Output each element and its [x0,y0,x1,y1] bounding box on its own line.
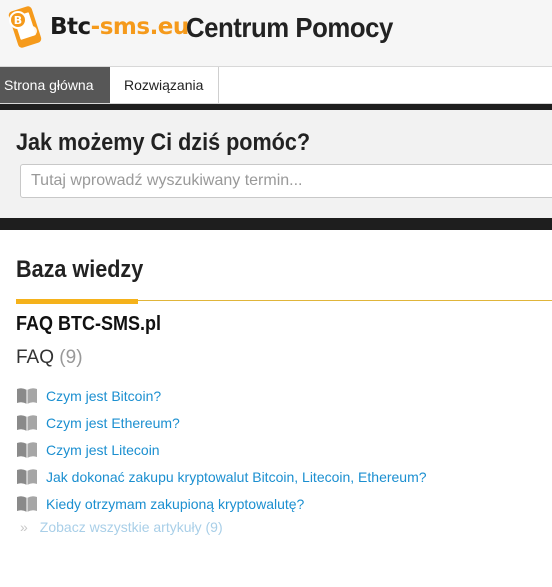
folder-name: FAQ [16,347,55,368]
list-item: Czym jest Litecoin [16,436,427,463]
book-icon [17,495,37,512]
site-header: B Btc-sms.eu Centrum Pomocy [0,0,552,67]
article-link[interactable]: Jak dokonać zakupu kryptowalut Bitcoin, … [46,469,427,485]
book-icon [17,468,37,485]
list-item: Czym jest Bitcoin? [16,382,427,409]
section-accent-bar [16,299,138,304]
list-item: Czym jest Ethereum? [16,409,427,436]
folder-count: (9) [59,347,83,368]
book-icon [17,387,37,404]
help-center-title: Centrum Pomocy [186,12,393,43]
knowledge-base-title: Baza wiedzy [16,256,144,283]
see-all-label: Zobacz wszystkie artykuły (9) [39,519,223,535]
logo-text: Btc-sms.eu [50,14,189,40]
article-link[interactable]: Czym jest Bitcoin? [46,388,161,404]
svg-text:B: B [14,14,22,27]
bitcoin-phone-icon: B [8,6,42,48]
book-icon [17,441,37,458]
tab-solutions[interactable]: Rozwiązania [110,67,219,103]
see-all-articles-link[interactable]: » Zobacz wszystkie artykuły (9) [20,519,223,535]
search-section: Jak możemy Ci dziś pomóc? [0,110,552,218]
book-icon [17,414,37,431]
main-nav: Strona główna Rozwiązania [0,67,552,104]
article-list: Czym jest Bitcoin? Czym jest Ethereum? C… [16,382,427,517]
article-link[interactable]: Czym jest Ethereum? [46,415,180,431]
divider-bar-bottom [0,218,552,230]
double-chevron-icon: » [20,519,28,535]
article-link[interactable]: Kiedy otrzymam zakupioną kryptowalutę? [46,496,304,512]
search-heading: Jak możemy Ci dziś pomóc? [16,129,311,156]
search-input[interactable] [20,164,552,198]
category-title[interactable]: FAQ BTC-SMS.pl [16,313,161,336]
folder-heading[interactable]: FAQ (9) [16,347,83,369]
list-item: Kiedy otrzymam zakupioną kryptowalutę? [16,490,427,517]
article-link[interactable]: Czym jest Litecoin [46,442,160,458]
logo[interactable]: B Btc-sms.eu [4,5,189,49]
list-item: Jak dokonać zakupu kryptowalut Bitcoin, … [16,463,427,490]
tab-home[interactable]: Strona główna [0,67,110,103]
